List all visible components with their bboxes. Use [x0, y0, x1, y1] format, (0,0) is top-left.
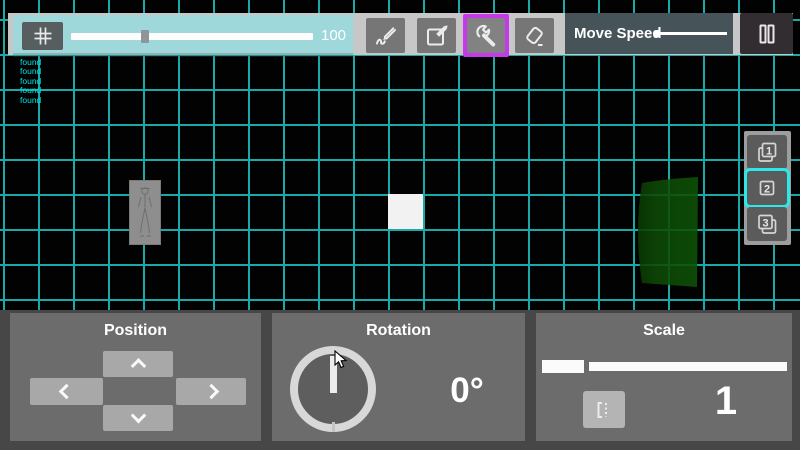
brush-size-value: 100: [321, 15, 361, 57]
rotation-value: 0°: [422, 371, 512, 411]
layer-button-2[interactable]: 2: [747, 171, 787, 205]
scale-slider-fill[interactable]: [542, 360, 584, 373]
chevron-up-icon: [130, 358, 146, 374]
adjust-tool-button[interactable]: [467, 18, 505, 53]
rotation-dial[interactable]: [290, 346, 376, 432]
layer-2-icon: 2: [754, 175, 780, 201]
layer-1-digit: 1: [766, 146, 772, 158]
bottom-bar: Position Rotation 0° Scale: [0, 310, 800, 450]
hash-grid-icon: [31, 24, 55, 48]
position-panel: Position: [10, 313, 261, 441]
layer-1-icon: 1: [754, 139, 780, 165]
rotation-panel-title: Rotation: [272, 322, 525, 340]
console-log: found found found found found found: [20, 48, 41, 106]
rotation-panel: Rotation 0°: [272, 313, 525, 441]
chevron-down-icon: [130, 407, 146, 423]
brush-size-panel: 100: [13, 15, 353, 53]
layer-2-digit: 2: [764, 184, 770, 196]
brush-size-slider-thumb[interactable]: [141, 30, 149, 43]
scale-panel-title: Scale: [536, 322, 792, 340]
grid-toggle-button[interactable]: [22, 22, 63, 50]
eraser-icon: [522, 23, 548, 49]
mouse-cursor-icon: [334, 350, 348, 370]
statue-sprite[interactable]: [129, 180, 161, 245]
move-speed-label: Move Speed: [574, 13, 662, 54]
top-toolbar: 100: [8, 13, 793, 55]
position-up-button[interactable]: [103, 351, 173, 377]
draw-tool-button[interactable]: [366, 18, 405, 53]
layer-button-3[interactable]: 3: [747, 207, 787, 241]
edit-tool-button[interactable]: [417, 18, 456, 53]
move-speed-slider[interactable]: [660, 32, 727, 35]
move-speed-panel: Move Speed: [565, 13, 733, 54]
position-panel-title: Position: [10, 322, 261, 340]
scale-slider[interactable]: [542, 360, 787, 373]
pause-icon: [754, 21, 780, 47]
bracket-mirror-icon: [592, 398, 616, 422]
pause-button[interactable]: [740, 13, 793, 54]
erase-tool-button[interactable]: [515, 18, 554, 53]
position-left-button[interactable]: [30, 378, 103, 405]
position-down-button[interactable]: [103, 405, 173, 431]
layer-selector: 1 2 3: [744, 131, 791, 245]
chevron-left-icon: [59, 384, 75, 400]
scale-panel: Scale 1: [536, 313, 792, 441]
wrench-icon: [473, 23, 499, 49]
rotation-dial-tick: [332, 422, 335, 432]
console-line: found: [20, 96, 41, 106]
scale-value: 1: [686, 379, 766, 424]
scale-flip-button[interactable]: [583, 391, 625, 428]
layer-3-icon: 3: [754, 211, 780, 237]
brush-size-slider[interactable]: [71, 33, 313, 40]
adjust-tool-selection-highlight: [463, 14, 509, 57]
scribble-pen-icon: [373, 23, 399, 49]
scale-slider-track[interactable]: [589, 362, 787, 371]
edit-square-icon: [424, 23, 450, 49]
white-square-object[interactable]: [388, 194, 423, 229]
layer-3-digit: 3: [762, 218, 768, 230]
position-right-button[interactable]: [176, 378, 246, 405]
green-cylinder-object[interactable]: [633, 169, 703, 289]
statue-sketch: [129, 180, 161, 245]
chevron-right-icon: [203, 384, 219, 400]
layer-button-1[interactable]: 1: [747, 135, 787, 169]
